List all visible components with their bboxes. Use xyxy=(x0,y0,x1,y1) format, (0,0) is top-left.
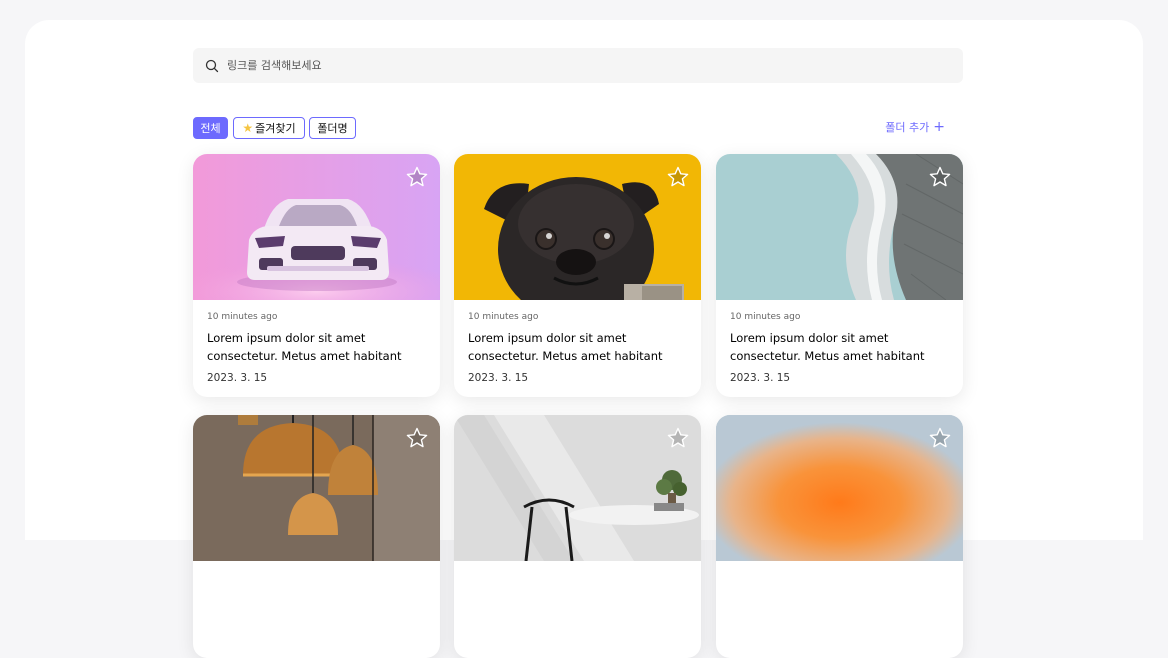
search-icon xyxy=(205,59,219,73)
add-folder-label: 폴더 추가 xyxy=(885,121,930,134)
card-date: 2023. 3. 15 xyxy=(207,372,268,384)
search-bar[interactable] xyxy=(193,48,963,83)
favorite-star-icon[interactable] xyxy=(405,165,429,189)
add-folder-button[interactable]: 폴더 추가 + xyxy=(885,119,945,135)
pink-sports-car-photo xyxy=(193,154,440,300)
pendant-lamps-photo xyxy=(193,415,440,561)
card-date: 2023. 3. 15 xyxy=(730,372,791,384)
filter-chip-label: 즐겨찾기 xyxy=(255,122,296,135)
star-emoji-icon: ★ xyxy=(242,121,254,135)
link-card[interactable] xyxy=(454,415,701,658)
search-input[interactable] xyxy=(227,59,927,72)
filter-chip-label: 폴더명 xyxy=(317,122,348,135)
link-card[interactable]: 10 minutes ago Lorem ipsum dolor sit ame… xyxy=(193,154,440,397)
folder-filter-bar: 전체 ★ 즐겨찾기 폴더명 폴더 추가 + xyxy=(193,117,963,140)
filter-chip-folder[interactable]: 폴더명 xyxy=(309,117,356,139)
dining-chair-plant-photo xyxy=(454,415,701,561)
card-description xyxy=(730,578,949,614)
card-time: 10 minutes ago xyxy=(730,312,801,322)
favorite-star-icon[interactable] xyxy=(928,165,952,189)
link-card[interactable]: 10 minutes ago Lorem ipsum dolor sit ame… xyxy=(454,154,701,397)
link-card[interactable]: 10 minutes ago Lorem ipsum dolor sit ame… xyxy=(716,154,963,397)
card-description: Lorem ipsum dolor sit amet consectetur. … xyxy=(468,331,663,363)
card-description: Lorem ipsum dolor sit amet consectetur. … xyxy=(730,331,925,363)
orange-gradient-blur-photo xyxy=(716,415,963,561)
card-time: 10 minutes ago xyxy=(207,312,278,322)
link-card[interactable] xyxy=(716,415,963,658)
filter-chip-favorites[interactable]: ★ 즐겨찾기 xyxy=(233,117,305,139)
filter-chip-all[interactable]: 전체 xyxy=(193,117,228,139)
favorite-star-icon[interactable] xyxy=(405,426,429,450)
filter-chip-label: 전체 xyxy=(200,122,221,135)
card-description: Lorem ipsum dolor sit amet consectetur. … xyxy=(207,331,402,363)
link-card[interactable] xyxy=(193,415,440,658)
favorite-star-icon[interactable] xyxy=(666,165,690,189)
card-description xyxy=(468,578,687,614)
curved-architecture-photo xyxy=(716,154,963,300)
card-date: 2023. 3. 15 xyxy=(468,372,529,384)
plus-icon: + xyxy=(933,119,945,135)
pug-dog-photo xyxy=(454,154,701,300)
favorite-star-icon[interactable] xyxy=(666,426,690,450)
favorite-star-icon[interactable] xyxy=(928,426,952,450)
card-description xyxy=(207,578,426,614)
card-time: 10 minutes ago xyxy=(468,312,539,322)
